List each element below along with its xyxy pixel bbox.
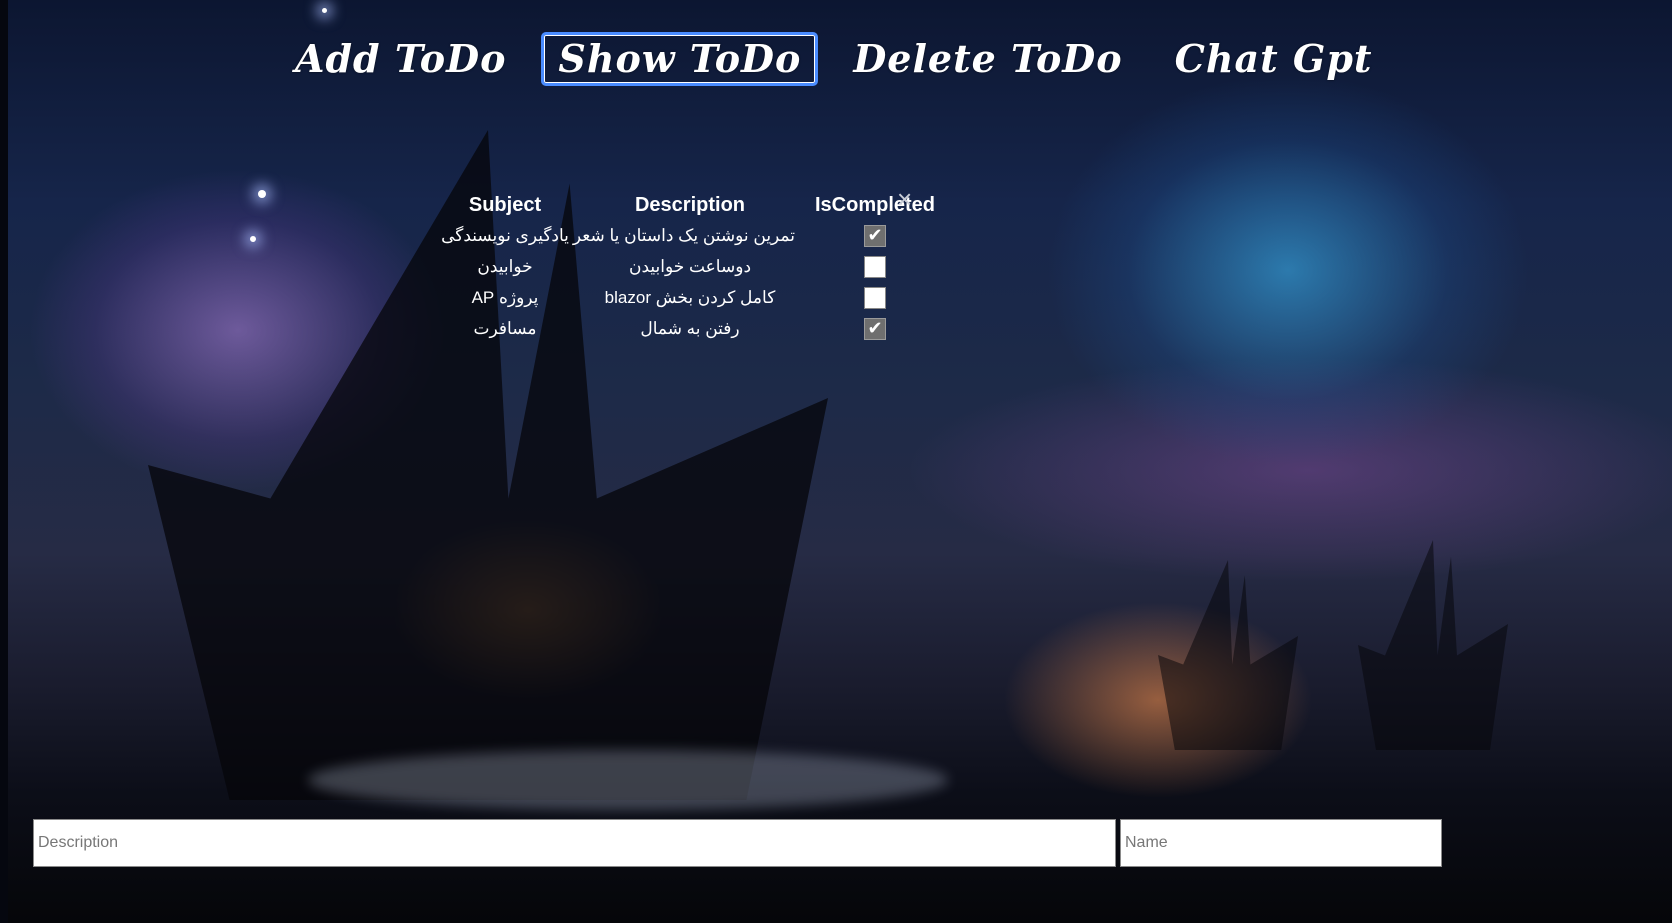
row-description: کامل کردن بخش blazor (604, 287, 776, 307)
wave-foam (308, 750, 948, 810)
description-input[interactable] (33, 819, 1116, 867)
nav-delete-todo[interactable]: Delete ToDo (836, 32, 1139, 86)
todo-table: × Subject Description IsCompleted یادگیر… (425, 184, 955, 344)
row-completed-cell (795, 255, 955, 278)
table-row: یادگیری نویسندگی تمرین نوشتن یک داستان ی… (425, 220, 955, 251)
row-completed-cell: ✔ (795, 317, 955, 340)
table-row: پروژه AP کامل کردن بخش blazor (425, 282, 955, 313)
row-subject: خوابیدن (477, 256, 533, 276)
table-header-row: Subject Description IsCompleted (425, 190, 955, 220)
completed-checkbox[interactable]: ✔ (864, 224, 886, 247)
row-subject: مسافرت (473, 318, 537, 338)
ship-silhouette (1358, 540, 1508, 750)
check-icon: ✔ (867, 318, 883, 338)
row-description: تمرین نوشتن یک داستان یا شعر (572, 225, 795, 245)
completed-checkbox[interactable]: ✔ (864, 317, 886, 340)
row-completed-cell: ✔ (795, 224, 955, 247)
header-completed: IsCompleted (814, 193, 936, 216)
table-row: مسافرت رفتن به شمال ✔ (425, 313, 955, 344)
top-navigation: Add ToDo Show ToDo Delete ToDo Chat Gpt (278, 32, 1407, 86)
header-description: Description (634, 193, 746, 216)
row-subject: یادگیری نویسندگی (441, 225, 569, 245)
ship-silhouette (1158, 560, 1298, 750)
row-description: رفتن به شمال (640, 318, 740, 338)
star-decoration (258, 190, 266, 198)
close-icon[interactable]: × (897, 184, 912, 215)
row-subject: پروژه AP (471, 287, 539, 307)
name-input[interactable] (1120, 819, 1442, 867)
nav-show-todo[interactable]: Show ToDo (541, 32, 819, 86)
header-subject: Subject (468, 193, 542, 216)
table-row: خوابیدن دوساعت خوابیدن (425, 251, 955, 282)
nav-add-todo[interactable]: Add ToDo (278, 32, 523, 86)
completed-checkbox[interactable] (864, 255, 886, 278)
star-decoration (322, 8, 327, 13)
completed-checkbox[interactable] (864, 286, 886, 309)
row-completed-cell (795, 286, 955, 309)
check-icon: ✔ (867, 225, 883, 245)
background-image (8, 0, 1672, 923)
star-decoration (250, 236, 256, 242)
nav-chat-gpt[interactable]: Chat Gpt (1158, 32, 1390, 86)
row-description: دوساعت خوابیدن (628, 256, 752, 276)
